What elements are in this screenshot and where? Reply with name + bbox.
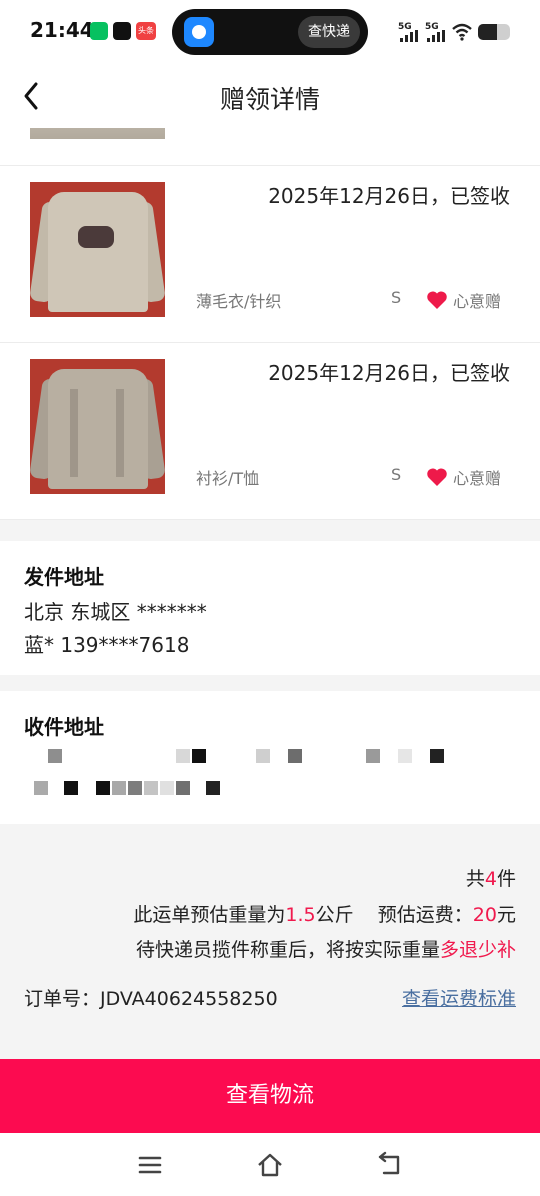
list-item[interactable]: 2025年12月26日，已签收 衬衫/T恤 S 心意赠 [0,343,540,520]
signal-1-icon [400,30,418,42]
dynamic-island[interactable]: 查快递 [172,9,368,55]
back-icon[interactable] [376,1151,404,1179]
item-thumbnail[interactable] [30,182,165,317]
check-courier-button[interactable]: 查快递 [298,16,360,48]
status-time: 21:44 [30,18,94,42]
toutiao-icon: 头条 [136,22,156,40]
item-thumbnail [30,128,165,139]
item-category: 衬衫/T恤 [196,469,260,488]
weight-fee-line: 此运单预估重量为1.5公斤 预估运费：20元 [133,904,516,926]
sender-address: 北京 东城区 ******* [24,600,207,624]
item-count: 共4件 [465,868,516,890]
sender-contact: 蓝* 139****7618 [24,633,190,657]
order-number: 订单号：JDVA40624558250 [24,988,278,1010]
item-date-status: 2025年12月26日，已签收 [268,184,510,208]
list-item[interactable]: 2025年12月26日，已签收 薄毛衣/针织 S 心意赠 [0,166,540,343]
sender-title: 发件地址 [24,565,104,589]
battery-level [478,24,498,40]
system-nav-bar [0,1133,540,1196]
menu-icon[interactable] [136,1151,164,1179]
item-gift-tag: 心意赠 [453,469,502,488]
heart-icon [427,468,447,486]
sender-address-card: 发件地址 北京 东城区 ******* 蓝* 139****7618 [0,541,540,675]
receiver-title: 收件地址 [24,715,104,739]
item-size: S [391,288,402,307]
view-logistics-button[interactable]: 查看物流 [0,1059,540,1133]
home-icon[interactable] [256,1151,284,1179]
item-thumbnail[interactable] [30,359,165,494]
list-item-partial[interactable] [0,128,540,166]
item-list: 2025年12月26日，已签收 薄毛衣/针织 S 心意赠 2025年12月26日… [0,128,540,520]
page-title: 赠领详情 [219,85,320,114]
wifi-icon [452,23,472,41]
signal-2-icon [427,30,445,42]
status-bar: 21:44 头条 查快递 5G 5G [0,0,540,64]
view-fee-standard-link[interactable]: 查看运费标准 [402,984,516,1011]
item-gift-tag: 心意赠 [453,292,502,311]
item-size: S [391,465,402,484]
receiver-address-card: 收件地址 [0,691,540,824]
battery-icon [478,24,510,40]
wechat-icon [90,22,108,40]
item-category: 薄毛衣/针织 [196,292,282,311]
refund-note: 待快递员揽件称重后，将按实际重量多退少补 [135,939,516,961]
heart-icon [427,291,447,309]
item-date-status: 2025年12月26日，已签收 [268,361,510,385]
nav-header: 赠领详情 [0,64,540,128]
courier-app-icon [184,17,214,47]
tiktok-icon [113,22,131,40]
